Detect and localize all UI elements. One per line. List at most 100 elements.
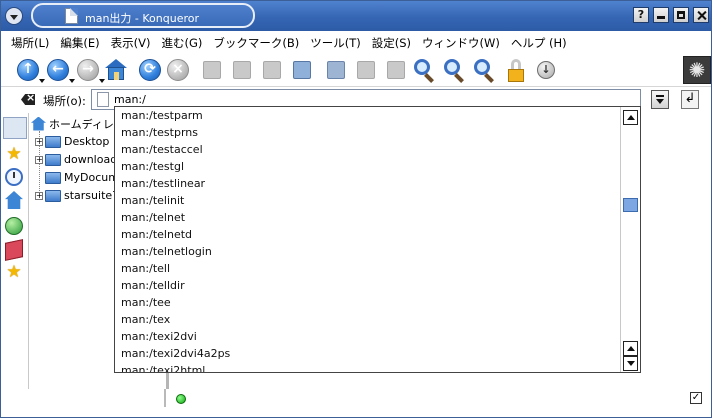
expand-icon[interactable]: + [35, 137, 43, 146]
window-title: man出力 - Konqueror [85, 12, 200, 25]
completion-item[interactable]: man:/telnetd [115, 226, 620, 243]
completion-item[interactable]: man:/telinit [115, 192, 620, 209]
up-button[interactable]: ↑ [15, 57, 45, 83]
location-history-dropdown[interactable] [651, 90, 669, 109]
zoom-out-button[interactable] [471, 57, 497, 83]
minimize-button[interactable] [653, 7, 669, 23]
help-button[interactable]: ? [633, 7, 649, 23]
completion-item[interactable]: man:/tell [115, 260, 620, 277]
tree-item-label: starsuite7 [64, 189, 120, 202]
tree-item-label: Desktop [64, 135, 110, 148]
zoom-button[interactable] [411, 57, 437, 83]
link-view-checkbox[interactable]: ✓ [690, 392, 702, 404]
status-bar: ✓ [1, 389, 711, 417]
activity-gear-icon: ✺ [683, 56, 711, 84]
completion-item[interactable]: man:/tee [115, 294, 620, 311]
menu-edit[interactable]: 編集(E) [60, 35, 99, 51]
menu-view[interactable]: 表示(V) [111, 35, 151, 51]
url-completion-popup: man:/testparm man:/testprns man:/testacc… [114, 106, 641, 373]
tree-item-desktop[interactable]: + Desktop [35, 133, 109, 150]
enter-icon: ↲ [684, 91, 696, 106]
completion-item[interactable]: man:/tex [115, 311, 620, 328]
konqueror-window: man出力 - Konqueror ? 場所(L) 編集(E) 表示(V) 進む… [0, 0, 712, 418]
print-button[interactable] [289, 57, 315, 83]
zoom-icon [414, 59, 430, 75]
security-button[interactable] [503, 57, 529, 83]
location-value: man:/ [114, 93, 146, 106]
zoom-in-button[interactable] [441, 57, 467, 83]
menu-help[interactable]: ヘルプ (H) [511, 35, 567, 51]
view-button[interactable] [383, 57, 409, 83]
home-button[interactable] [103, 57, 129, 83]
menu-window[interactable]: ウィンドウ(W) [422, 35, 500, 51]
status-led-icon [176, 394, 186, 404]
menu-bar: 場所(L) 編集(E) 表示(V) 進む(G) ブックマーク(B) ツール(T)… [1, 31, 711, 55]
new-folder-button[interactable] [323, 57, 349, 83]
expand-icon[interactable]: + [35, 191, 43, 200]
completion-item[interactable]: man:/telnetlogin [115, 243, 620, 260]
network-globe-icon[interactable] [5, 217, 23, 235]
stop-button[interactable]: × [165, 57, 191, 83]
disconnect-icon [357, 61, 375, 79]
cut-button[interactable] [199, 57, 225, 83]
tree-item-starsuite7[interactable]: + starsuite7 [35, 187, 119, 204]
menu-settings[interactable]: 設定(S) [372, 35, 411, 51]
menu-location[interactable]: 場所(L) [11, 35, 49, 51]
window-menu-button[interactable] [5, 7, 23, 25]
completion-item[interactable]: man:/texi2dvi4a2ps [115, 345, 620, 362]
view-icon [387, 61, 405, 79]
sidebar-tabs: ★ ★ [1, 113, 29, 407]
completion-scrollbar[interactable] [620, 107, 640, 372]
forward-button[interactable]: → [75, 57, 105, 83]
go-button[interactable]: ↲ [681, 90, 699, 109]
chevron-down-icon [656, 99, 664, 104]
menu-tools[interactable]: ツール(T) [310, 35, 361, 51]
copy-button[interactable] [229, 57, 255, 83]
tree-item-download[interactable]: + download [35, 151, 117, 168]
reload-button[interactable]: ⟳ [137, 57, 163, 83]
completion-list: man:/testparm man:/testprns man:/testacc… [115, 107, 620, 372]
disconnect-button[interactable] [353, 57, 379, 83]
completion-item[interactable]: man:/telnet [115, 209, 620, 226]
maximize-button[interactable] [673, 7, 689, 23]
expand-icon[interactable]: + [35, 155, 43, 164]
scroll-thumb[interactable] [623, 198, 638, 212]
zoom-out-icon [474, 59, 490, 75]
clear-location-icon[interactable] [21, 94, 35, 105]
completion-item[interactable]: man:/testaccel [115, 141, 620, 158]
maximize-icon [677, 11, 685, 19]
completion-item[interactable]: man:/testgl [115, 158, 620, 175]
main-toolbar: ↑ ← → ⟳ × ↓ ✺ [1, 55, 711, 87]
bookmarks-star-icon[interactable]: ★ [5, 145, 23, 163]
location-label: 場所(o): [43, 94, 86, 108]
menu-bookmarks[interactable]: ブックマーク(B) [213, 35, 299, 51]
new-folder-icon [327, 61, 345, 79]
back-button[interactable]: ← [45, 57, 75, 83]
config-icon[interactable] [3, 117, 27, 139]
completion-item[interactable]: man:/testprns [115, 124, 620, 141]
menu-go[interactable]: 進む(G) [161, 35, 202, 51]
scroll-up-button[interactable] [623, 110, 638, 125]
completion-item[interactable]: man:/texi2html [115, 362, 620, 372]
download-button[interactable]: ↓ [533, 57, 559, 83]
minimize-icon [657, 16, 665, 19]
folder-icon [45, 135, 61, 148]
completion-item[interactable]: man:/texi2dvi [115, 328, 620, 345]
title-bar[interactable]: man出力 - Konqueror ? [1, 1, 711, 31]
home-folder-icon [31, 116, 46, 131]
paste-button[interactable] [259, 57, 285, 83]
completion-item[interactable]: man:/testlinear [115, 175, 620, 192]
services-book-icon[interactable] [5, 239, 23, 261]
home-icon[interactable] [5, 191, 23, 209]
page-icon [97, 92, 109, 107]
scroll-up-button-bottom[interactable] [623, 341, 638, 356]
completion-item[interactable]: man:/telldir [115, 277, 620, 294]
history-clock-icon[interactable] [5, 168, 23, 186]
paste-icon [263, 61, 281, 79]
completion-item[interactable]: man:/testparm [115, 107, 620, 124]
chevron-down-icon [10, 14, 18, 20]
scroll-down-button[interactable] [623, 356, 638, 371]
favorites-star-icon[interactable]: ★ [5, 263, 23, 281]
close-button[interactable] [693, 7, 709, 23]
download-icon: ↓ [537, 61, 555, 79]
